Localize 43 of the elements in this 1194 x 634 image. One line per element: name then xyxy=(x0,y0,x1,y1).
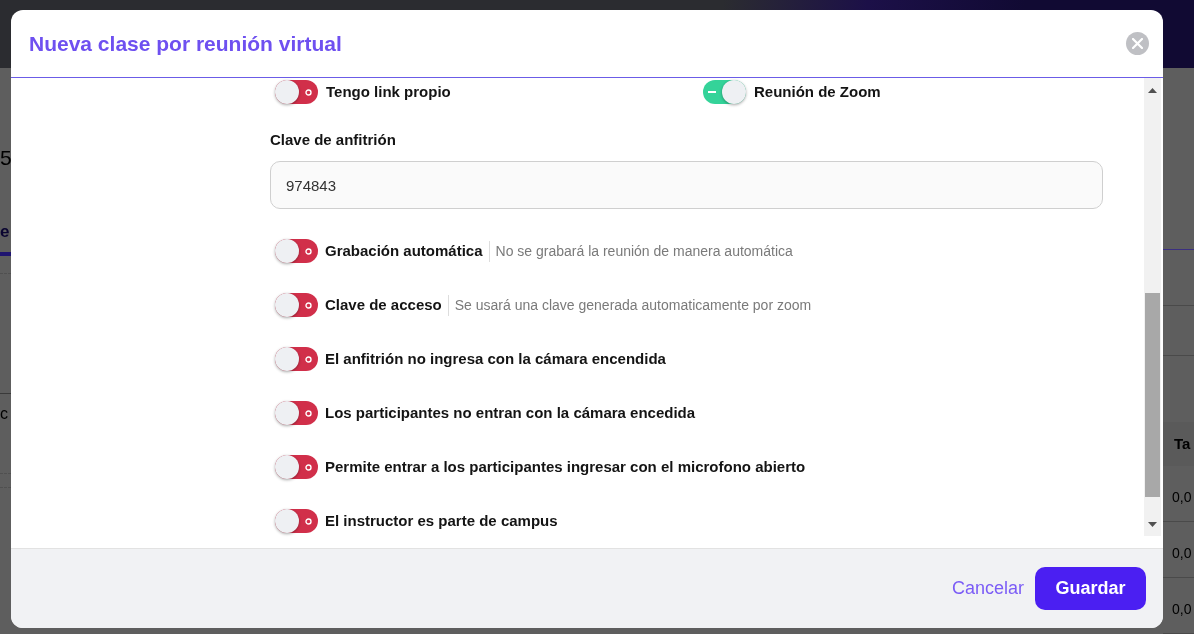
option-label: El instructor es parte de campus xyxy=(325,510,558,531)
toggle-switch[interactable] xyxy=(275,455,318,479)
toggle-label: Reunión de Zoom xyxy=(754,81,881,102)
option-hint: Se usará una clave generada automaticamente por zoom xyxy=(447,294,812,316)
toggle-switch[interactable] xyxy=(275,293,318,317)
option-hint: No se grabará la reunión de manera automática xyxy=(488,240,793,262)
ring-icon xyxy=(305,301,312,309)
table-cell-text: 0,0 xyxy=(1172,544,1192,563)
option-label: Los participantes no entran con la cámara encedida xyxy=(325,402,696,423)
toggle-switch[interactable] xyxy=(275,80,318,104)
input-field[interactable]: 974843 xyxy=(270,161,1103,209)
ring-icon xyxy=(305,517,312,525)
dialog-title: Nueva clase por reunión virtual xyxy=(29,30,342,57)
scroll-up-icon[interactable] xyxy=(1148,87,1157,93)
close-icon xyxy=(1132,38,1143,49)
toggle-switch[interactable] xyxy=(703,80,746,104)
save-button[interactable]: Guardar xyxy=(1035,567,1146,610)
toggle-switch[interactable] xyxy=(275,239,318,263)
option-label: Grabación automática xyxy=(325,240,483,261)
option-label: Clave de acceso xyxy=(325,294,442,315)
minus-icon xyxy=(708,91,716,93)
option-label: El anfitrión no ingresa con la cámara encendida xyxy=(325,348,666,369)
table-cell-text: 0,0 xyxy=(1172,488,1192,507)
ring-icon xyxy=(305,247,312,255)
field-label: Clave de anfitrión xyxy=(270,130,397,150)
table-header-cell: Ta xyxy=(1163,422,1194,466)
ring-icon xyxy=(305,463,312,471)
ring-icon xyxy=(305,409,312,417)
cancel-link[interactable]: Cancelar xyxy=(951,575,1024,602)
toggle-label: Tengo link propio xyxy=(326,81,451,102)
scroll-down-icon[interactable] xyxy=(1148,521,1157,527)
row-fragment: c xyxy=(0,404,9,424)
toggle-switch[interactable] xyxy=(275,509,318,533)
option-label: Permite entrar a los participantes ingresar con el microfono abierto xyxy=(325,456,806,477)
scrollbar-thumb[interactable] xyxy=(1145,293,1160,497)
table-cell-text: 0,0 xyxy=(1172,600,1192,619)
tab-underline xyxy=(0,252,11,256)
toggle-switch[interactable] xyxy=(275,347,318,371)
scrollbar[interactable] xyxy=(1144,78,1161,536)
heading-fragment: 5 xyxy=(0,146,11,170)
ring-icon xyxy=(305,355,312,363)
toggle-switch[interactable] xyxy=(275,401,318,425)
ring-icon xyxy=(305,88,312,96)
